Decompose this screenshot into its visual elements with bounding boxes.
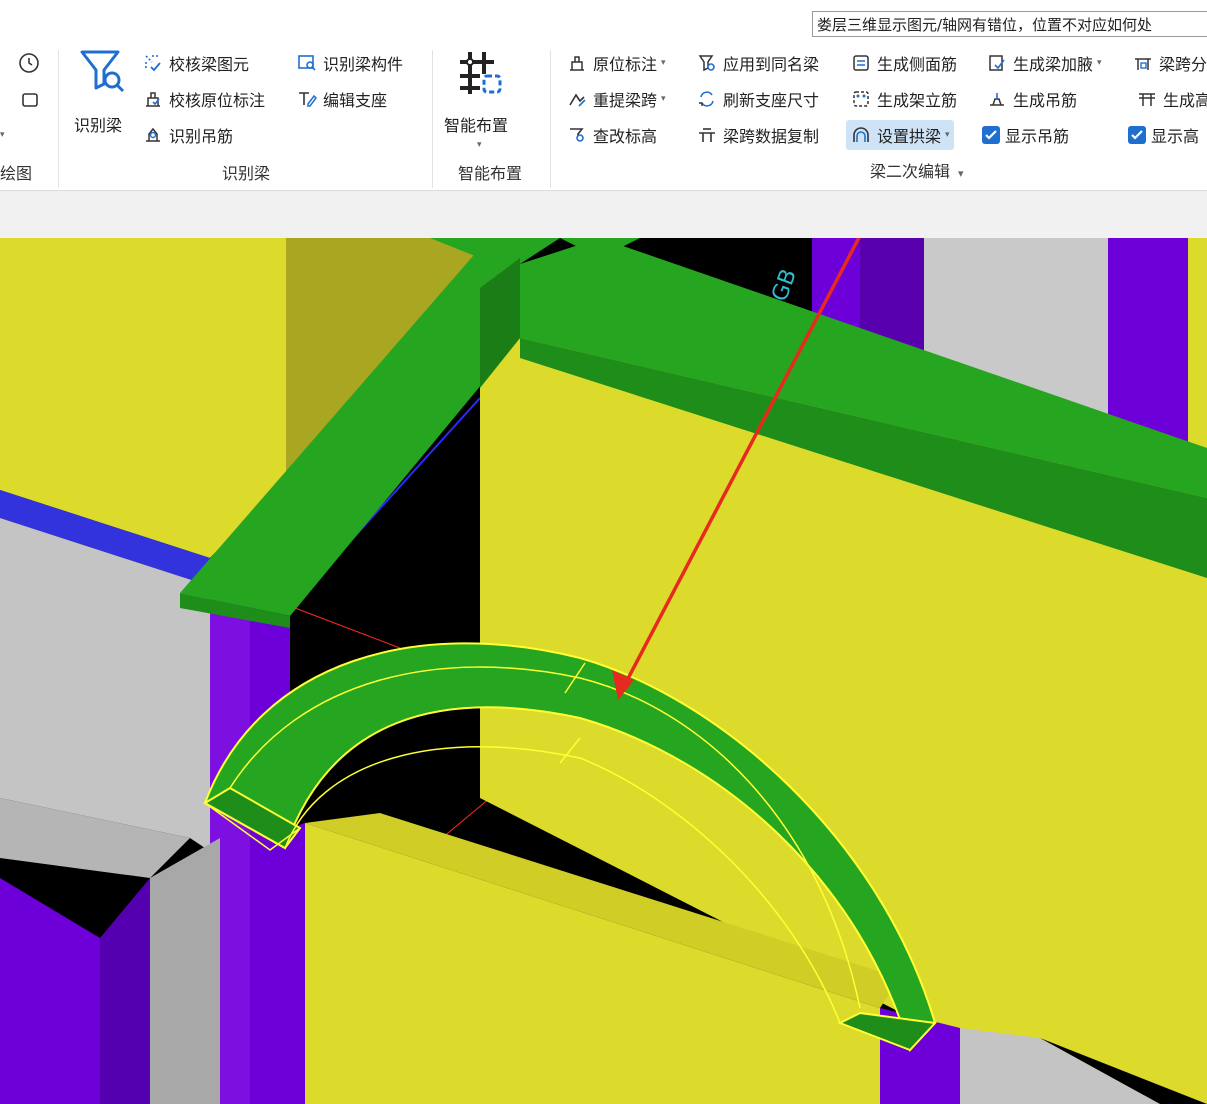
- show-hanger-bar-checkbox[interactable]: 显示吊筋: [982, 123, 1069, 147]
- search-input[interactable]: 娄层三维显示图元/轴网有错位，位置不对应如何处: [812, 11, 1207, 37]
- beam-span-icon: [1132, 52, 1154, 74]
- check-beam-element-label: 校核梁图元: [169, 55, 250, 74]
- origin-annotation-icon: [566, 52, 588, 74]
- chevron-down-icon: ▾: [945, 130, 950, 140]
- refresh-support-size-button[interactable]: 刷新支座尺寸: [696, 87, 819, 111]
- identify-beam-icon: [80, 50, 125, 93]
- apply-same-name-icon: [696, 52, 718, 74]
- generate-hanger-bar-button[interactable]: 生成吊筋: [986, 87, 1077, 111]
- check-annotation-icon: [142, 88, 164, 110]
- checkbox-checked-icon: [1128, 126, 1146, 144]
- re-extract-span-label: 重提梁跨: [593, 91, 658, 110]
- ribbon-toolbar: ▾ 绘图 识别梁 校核梁图元 识别梁构件 校核原位标注 编辑支座 识别吊筋 识别…: [0, 40, 1207, 190]
- chevron-down-icon: ▾: [661, 94, 666, 104]
- copy-span-data-icon: [696, 124, 718, 146]
- group-separator: [432, 50, 433, 188]
- chevron-down-icon: ▾: [1097, 58, 1102, 68]
- far-wall-yellow: [1188, 238, 1207, 468]
- identify-hanger-bar-label: 识别吊筋: [169, 127, 234, 146]
- show-height-label: 显示高: [1151, 127, 1200, 146]
- chevron-down-icon: ▾: [477, 140, 482, 150]
- copy-span-data-button[interactable]: 梁跨数据复制: [696, 123, 819, 147]
- generate-haunch-button[interactable]: 生成梁加腋 ▾: [986, 51, 1102, 75]
- lower-gray-pillar: [150, 838, 220, 1104]
- identify-beam-component-button[interactable]: 识别梁构件: [296, 51, 403, 75]
- group-label-smart-layout: 智能布置: [458, 164, 523, 183]
- smart-layout-button[interactable]: 智能布置 ▾: [444, 46, 522, 156]
- group-label-identify-beam: 识别梁: [222, 164, 271, 183]
- clock-icon[interactable]: [18, 52, 40, 78]
- left-column: [250, 608, 290, 1104]
- check-beam-element-button[interactable]: 校核梁图元: [142, 51, 249, 75]
- smart-layout-label: 智能布置: [444, 116, 509, 135]
- beam-span-split-label: 梁跨分: [1159, 55, 1207, 74]
- apply-same-name-beam-label: 应用到同名梁: [723, 55, 820, 74]
- origin-annotation-label: 原位标注: [593, 55, 658, 74]
- set-arch-beam-button[interactable]: 设置拱梁 ▾: [846, 120, 954, 150]
- generate-side-bar-label: 生成侧面筋: [877, 55, 958, 74]
- edit-support-button[interactable]: 编辑支座: [296, 87, 387, 111]
- hanger-bar-icon: [142, 124, 164, 146]
- generate-erection-bar-label: 生成架立筋: [877, 91, 958, 110]
- refresh-support-icon: [696, 88, 718, 110]
- front-wall-column-edge: [290, 823, 305, 1104]
- 3d-viewport[interactable]: GB: [0, 238, 1207, 1104]
- beam-span-split-button[interactable]: 梁跨分: [1132, 51, 1207, 75]
- apply-same-name-beam-button[interactable]: 应用到同名梁: [696, 51, 819, 75]
- beam-edit-label-text: 梁二次编辑: [870, 162, 951, 181]
- check-origin-annotation-button[interactable]: 校核原位标注: [142, 87, 265, 111]
- generate-height-button[interactable]: 生成高: [1136, 87, 1207, 111]
- check-origin-annotation-label: 校核原位标注: [169, 91, 266, 110]
- generate-haunch-label: 生成梁加腋: [1013, 55, 1094, 74]
- group-separator: [550, 50, 551, 188]
- check-beam-icon: [142, 52, 164, 74]
- copy-span-data-label: 梁跨数据复制: [723, 127, 820, 146]
- edit-support-icon: [296, 88, 318, 110]
- erection-bar-icon: [850, 88, 872, 110]
- beam-component-icon: [296, 52, 318, 74]
- arch-beam-icon: [850, 124, 872, 146]
- generate-side-bar-button[interactable]: 生成侧面筋: [850, 51, 957, 75]
- generate-hanger-bar-label: 生成吊筋: [1013, 91, 1078, 110]
- group-label-draw: 绘图: [0, 164, 33, 183]
- refresh-support-size-label: 刷新支座尺寸: [723, 91, 820, 110]
- identify-beam-button[interactable]: 识别梁: [74, 46, 130, 146]
- identify-beam-component-label: 识别梁构件: [323, 55, 404, 74]
- edit-support-label: 编辑支座: [323, 91, 388, 110]
- drawing-tab-strip: [0, 190, 1207, 239]
- haunch-icon: [986, 52, 1008, 74]
- group-label-beam-edit[interactable]: 梁二次编辑 ▾: [870, 158, 964, 182]
- show-hanger-bar-label: 显示吊筋: [1005, 127, 1070, 146]
- generate-height-icon: [1136, 88, 1158, 110]
- check-elevation-label: 查改标高: [593, 127, 658, 146]
- generate-erection-bar-button[interactable]: 生成架立筋: [850, 87, 957, 111]
- generate-hanger-icon: [986, 88, 1008, 110]
- rectangle-icon[interactable]: [20, 90, 40, 114]
- side-bar-icon: [850, 52, 872, 74]
- identify-hanger-bar-button[interactable]: 识别吊筋: [142, 123, 233, 147]
- chevron-down-icon: ▾: [661, 58, 666, 68]
- generate-height-label: 生成高: [1163, 91, 1207, 110]
- re-extract-span-button[interactable]: 重提梁跨 ▾: [566, 87, 666, 111]
- group-separator: [58, 50, 59, 188]
- origin-annotation-button[interactable]: 原位标注 ▾: [566, 51, 666, 75]
- check-elevation-icon: [566, 124, 588, 146]
- chevron-down-icon: ▾: [958, 167, 964, 180]
- identify-beam-label: 识别梁: [74, 116, 123, 135]
- checkbox-checked-icon: [982, 126, 1000, 144]
- 3d-scene: GB: [0, 238, 1207, 1104]
- re-extract-span-icon: [566, 88, 588, 110]
- show-height-checkbox[interactable]: 显示高: [1128, 123, 1199, 147]
- set-arch-beam-label: 设置拱梁: [877, 127, 942, 146]
- smart-layout-icon: [460, 52, 502, 94]
- check-elevation-button[interactable]: 查改标高: [566, 123, 657, 147]
- chevron-down-icon[interactable]: ▾: [0, 130, 5, 140]
